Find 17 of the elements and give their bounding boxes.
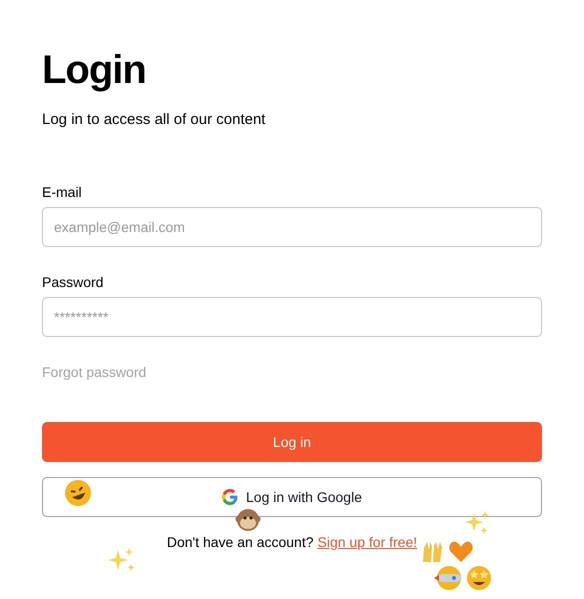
google-logo-icon: [222, 489, 238, 505]
laughing-face-icon: [64, 479, 92, 507]
signup-prompt: Don't have an account?: [166, 534, 314, 550]
monkey-face-icon: [235, 507, 261, 533]
email-field[interactable]: example@email.com: [42, 207, 542, 247]
field-label: Password: [42, 274, 104, 290]
star-struck-face-icon: [465, 564, 493, 592]
heart-icon: [448, 540, 474, 564]
forgot-password-link[interactable]: Forgot password: [42, 364, 146, 380]
signup-link[interactable]: Sign up for free!: [318, 534, 418, 550]
field-label: E-mail: [42, 184, 83, 200]
password-field[interactable]: **********: [42, 297, 542, 337]
page-subtitle: Log in to access all of our content: [42, 111, 266, 128]
google-login-button[interactable]: Log in with Google: [42, 477, 542, 517]
rocket-face-icon: [432, 565, 464, 591]
page-title: Login: [42, 47, 147, 93]
login-button[interactable]: Log in: [42, 422, 542, 462]
